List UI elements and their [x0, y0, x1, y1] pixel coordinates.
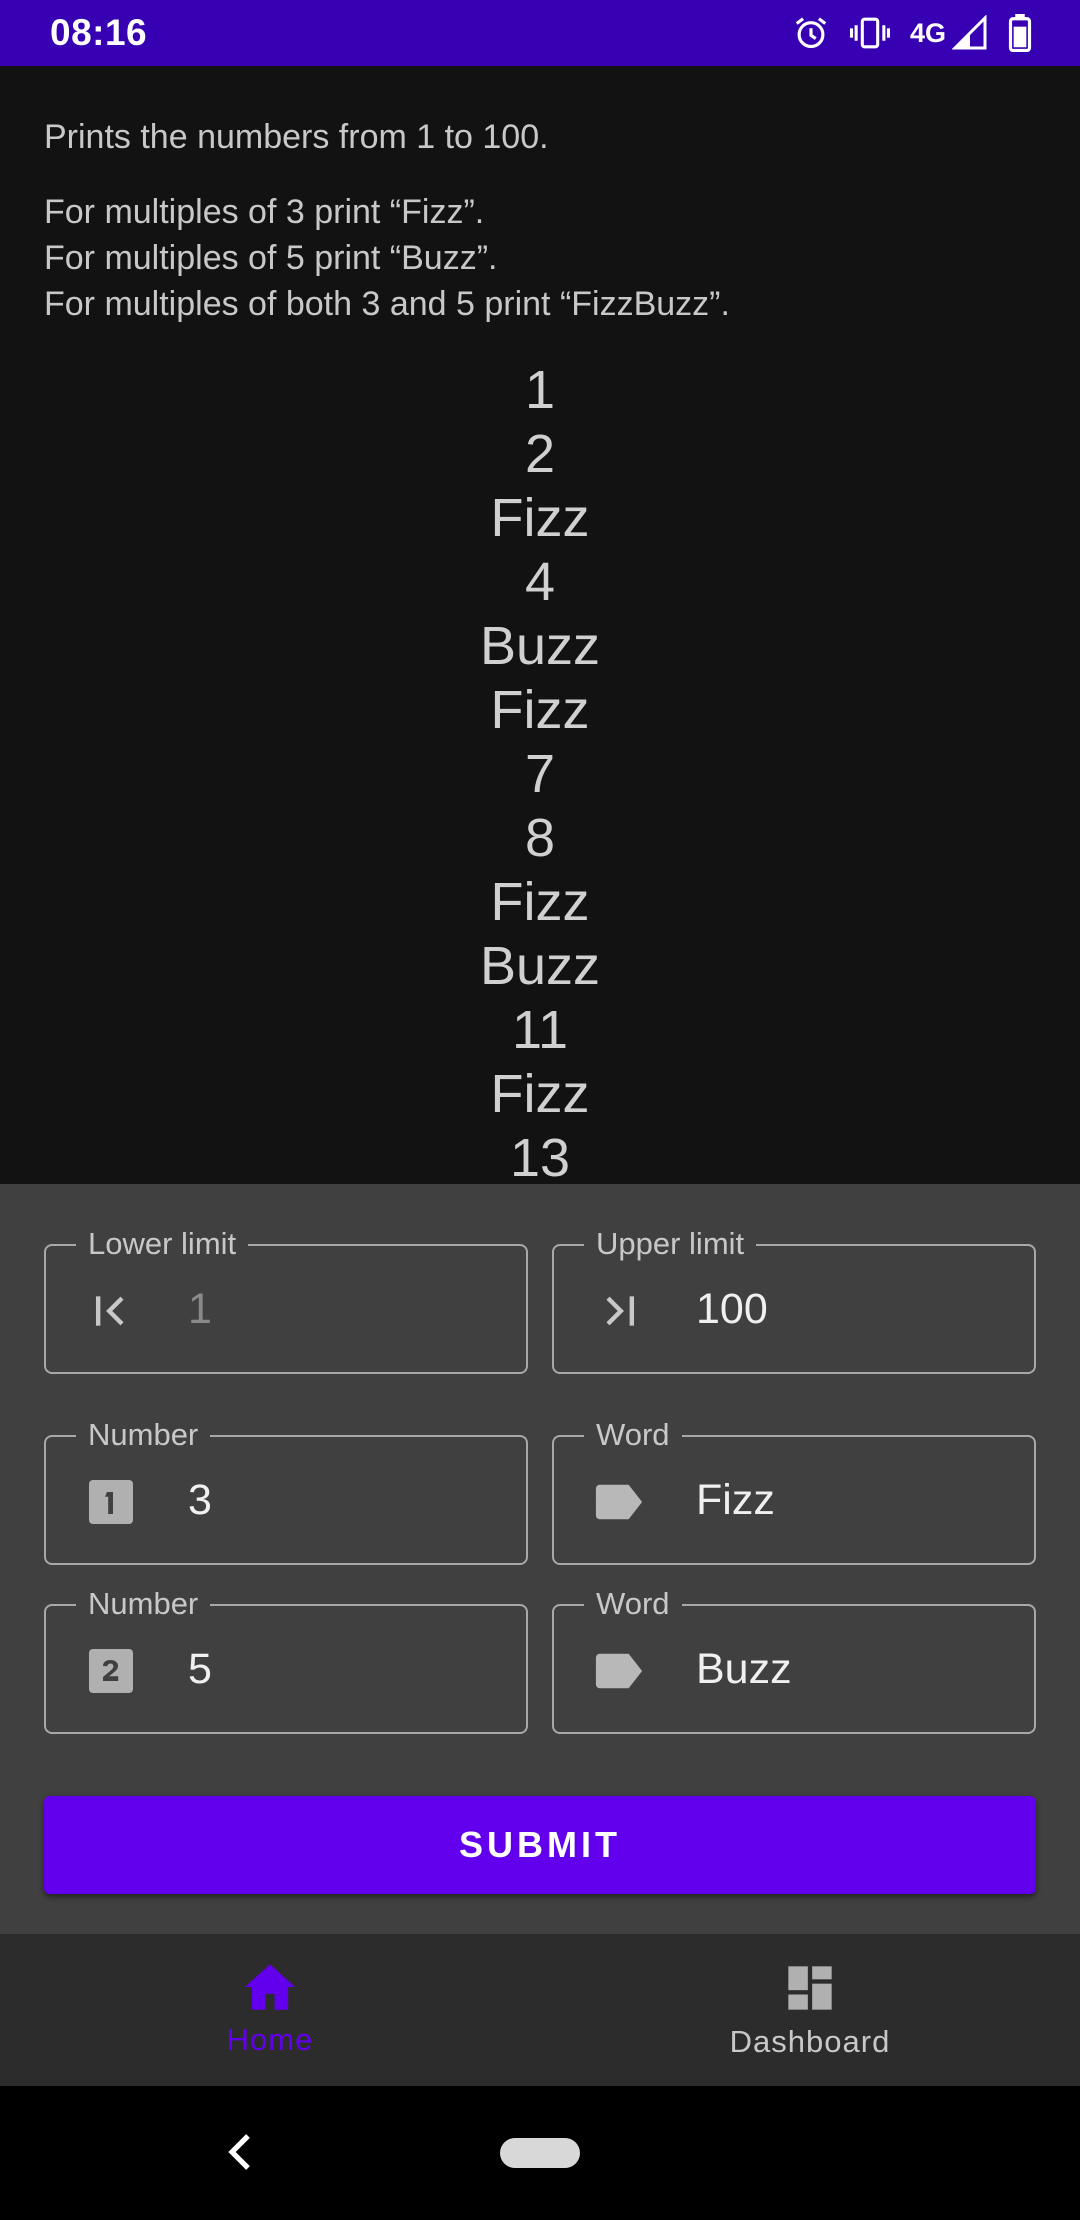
word-field-2[interactable]: Word Buzz [552, 1586, 1036, 1734]
word-input-2[interactable]: Buzz [696, 1606, 792, 1732]
submit-button[interactable]: SUBMIT [44, 1796, 1036, 1894]
home-pill[interactable] [500, 2138, 580, 2168]
rule-line: For multiples of both 3 and 5 print “Fiz… [44, 285, 730, 323]
lower-limit-input[interactable]: 1 [188, 1246, 212, 1372]
word-label-1: Word [584, 1417, 682, 1453]
description-rules: For multiples of 3 print “Fizz”. For mul… [44, 189, 730, 327]
output-item: 7 [524, 744, 556, 804]
signal-icon [952, 15, 988, 51]
lower-limit-field[interactable]: Lower limit 1 [44, 1226, 528, 1374]
last-page-icon [594, 1286, 644, 1336]
vibrate-icon [849, 14, 890, 52]
lower-limit-label: Lower limit [76, 1226, 249, 1262]
rule-line: For multiples of 5 print “Buzz”. [44, 239, 498, 277]
network-label: 4G [909, 17, 946, 48]
content-area[interactable]: Prints the numbers from 1 to 100. For mu… [0, 66, 1080, 1184]
number-input-2[interactable]: 5 [188, 1606, 212, 1732]
rule-line: For multiples of 3 print “Fizz”. [44, 193, 485, 231]
nav-item-home[interactable]: Home [0, 1934, 540, 2086]
bottom-navigation: Home Dashboard [0, 1934, 1080, 2086]
looks-two-icon [86, 1646, 136, 1696]
output-item: 11 [511, 1000, 569, 1060]
looks-one-icon [86, 1477, 136, 1527]
word-field-1[interactable]: Word Fizz [552, 1417, 1036, 1565]
output-list[interactable]: 1 2 Fizz 4 Buzz Fizz 7 8 Fizz Buzz 11 Fizz 13 [0, 358, 1080, 1184]
form-panel: Lower limit 1 Upper limit 100 Number 3 W… [0, 1184, 1080, 1934]
home-icon [245, 1964, 295, 2010]
word-label-2: Word [584, 1586, 682, 1622]
status-icons: 4G [792, 14, 1032, 52]
number-input-1[interactable]: 3 [188, 1437, 212, 1563]
nav-label-home: Home [226, 2022, 314, 2057]
back-icon[interactable] [226, 2132, 254, 2177]
output-item: Buzz [479, 936, 601, 996]
label-icon [594, 1477, 644, 1527]
number-field-2[interactable]: Number 5 [44, 1586, 528, 1734]
output-item: Fizz [490, 1064, 590, 1124]
output-item: 1 [524, 360, 556, 420]
upper-limit-input[interactable]: 100 [696, 1246, 768, 1372]
alarm-icon [792, 14, 830, 52]
status-bar: 08:16 4G [0, 0, 1080, 66]
upper-limit-field[interactable]: Upper limit 100 [552, 1226, 1036, 1374]
description-intro: Prints the numbers from 1 to 100. [44, 118, 549, 156]
output-item: Fizz [490, 872, 590, 932]
output-item: 2 [524, 424, 556, 484]
word-input-1[interactable]: Fizz [696, 1437, 775, 1563]
output-item: 4 [524, 552, 556, 612]
dashboard-icon [788, 1966, 832, 2010]
output-item: 13 [509, 1128, 571, 1184]
output-item: Fizz [490, 680, 590, 740]
label-icon [594, 1646, 644, 1696]
output-item: 8 [524, 808, 556, 868]
first-page-icon [86, 1286, 136, 1336]
battery-icon [1008, 14, 1032, 52]
nav-item-dashboard[interactable]: Dashboard [540, 1934, 1080, 2086]
status-time: 08:16 [50, 12, 148, 53]
nav-label-dashboard: Dashboard [729, 2024, 891, 2059]
number-field-1[interactable]: Number 3 [44, 1417, 528, 1565]
system-navigation-bar [0, 2086, 1080, 2220]
output-item: Fizz [490, 488, 590, 548]
output-item: Buzz [479, 616, 601, 676]
